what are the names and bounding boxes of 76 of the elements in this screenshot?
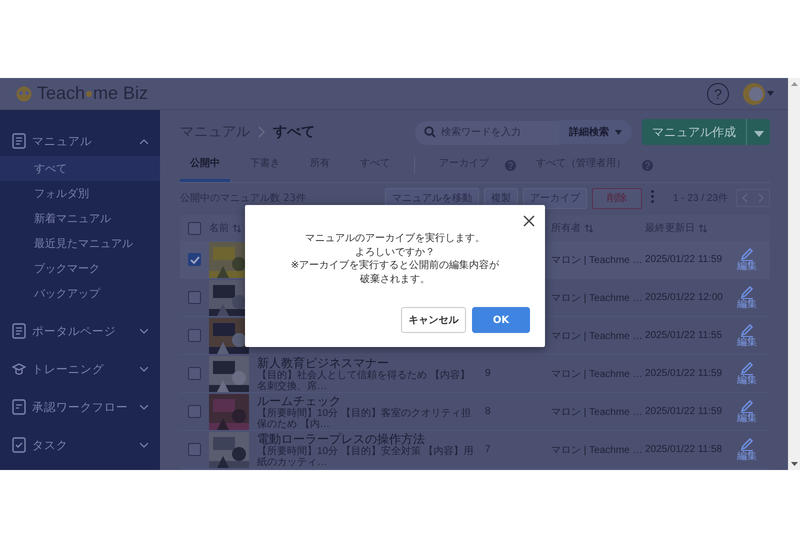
pencil-icon <box>740 400 754 412</box>
document-icon <box>12 133 26 149</box>
checkbox[interactable] <box>188 222 201 234</box>
sidebar-item[interactable]: すべて <box>0 156 160 181</box>
create-dropdown-button[interactable] <box>746 119 770 145</box>
sort-icon[interactable] <box>585 224 593 232</box>
scroll-down-arrow-icon[interactable] <box>790 462 798 467</box>
dialog-message: マニュアルのアーカイブを実行します。 <box>305 232 485 246</box>
owner-cell-text: マロン | Teachme … <box>551 254 644 266</box>
manual-title[interactable]: ルームチェック <box>257 394 479 408</box>
chevron-icon <box>140 366 148 372</box>
sidebar-section[interactable]: マニュアル <box>0 126 160 156</box>
logo-icon <box>14 86 34 102</box>
pencil-icon <box>740 438 754 450</box>
cancel-button[interactable]: キャンセル <box>401 307 466 333</box>
caret-icon <box>754 130 764 136</box>
sidebar-section[interactable]: 承認ワークフロー <box>0 392 160 422</box>
edit-button[interactable]: 編集 <box>737 400 757 424</box>
advanced-search-dropdown[interactable]: 詳細検索 <box>559 120 632 144</box>
caret-icon[interactable] <box>767 91 774 96</box>
dialog-message: 破棄されます。 <box>360 272 430 286</box>
sidebar-item[interactable]: フォルダ別 <box>0 181 160 206</box>
avatar-icon[interactable] <box>743 82 765 104</box>
sort-icon[interactable] <box>699 224 707 232</box>
help-icon[interactable] <box>505 160 516 170</box>
more-icon <box>651 190 654 203</box>
chevron-icon <box>140 138 148 144</box>
checkbox[interactable] <box>188 405 201 418</box>
checklist-icon <box>12 437 26 453</box>
sidebar-item[interactable]: 新着マニュアル <box>0 206 160 231</box>
document-icon <box>12 399 26 415</box>
page-title: すべて <box>273 123 315 141</box>
chevron-icon <box>258 126 265 138</box>
pencil-icon <box>740 324 754 336</box>
tab[interactable]: 公開中 <box>180 148 230 182</box>
date-cell-text: 2025/01/22 11:59 <box>645 254 724 265</box>
checkbox[interactable] <box>188 443 201 456</box>
chevron-icon <box>140 404 148 410</box>
edit-button[interactable]: 編集 <box>737 248 757 272</box>
sidebar-section[interactable]: トレーニング <box>0 354 160 384</box>
scroll-up-arrow-icon[interactable] <box>790 81 798 86</box>
create-manual-button[interactable]: マニュアル作成 <box>642 119 746 145</box>
chevron-icon <box>140 328 148 334</box>
sidebar-item[interactable]: 最近見たマニュアル <box>0 231 160 256</box>
help-button[interactable]: ? <box>707 82 729 104</box>
manual-title[interactable]: 新人教育ビジネスマナー <box>257 356 479 370</box>
sidebar-section[interactable]: ポータルページ <box>0 316 160 346</box>
checkbox[interactable] <box>188 367 201 380</box>
edit-button[interactable]: 編集 <box>737 324 757 348</box>
edit-button[interactable]: 編集 <box>737 438 757 462</box>
sort-icon[interactable] <box>233 224 241 232</box>
action-button[interactable]: 削除 <box>592 188 642 208</box>
sidebar-section[interactable]: タスク <box>0 430 160 460</box>
edit-button[interactable]: 編集 <box>737 286 757 310</box>
pencil-icon <box>740 286 754 298</box>
checkbox[interactable] <box>188 253 201 266</box>
dialog-message: よろしいですか？ <box>355 246 435 259</box>
pencil-icon <box>740 248 754 260</box>
sidebar-item[interactable]: ブックマーク <box>0 256 160 281</box>
checkbox[interactable] <box>188 329 201 342</box>
scrollbar[interactable] <box>788 78 800 470</box>
search-icon <box>424 126 436 138</box>
graduation-cap-icon <box>12 361 26 377</box>
logo-dot-icon <box>86 90 92 96</box>
chevron-icon <box>140 442 148 448</box>
ok-button[interactable]: OK <box>472 307 530 333</box>
manual-title[interactable]: 電動ローラープレスの操作方法 <box>257 432 479 446</box>
caret-icon <box>615 130 622 134</box>
sidebar-item[interactable]: バックアップ <box>0 281 160 306</box>
edit-button[interactable]: 編集 <box>737 362 757 386</box>
document-icon <box>12 323 26 339</box>
checkbox[interactable] <box>188 291 201 304</box>
pencil-icon <box>740 362 754 374</box>
dialog-message: ※アーカイブを実行すると公開前の編集内容が <box>290 259 500 272</box>
help-icon[interactable] <box>642 160 653 170</box>
close-icon[interactable] <box>523 215 535 227</box>
